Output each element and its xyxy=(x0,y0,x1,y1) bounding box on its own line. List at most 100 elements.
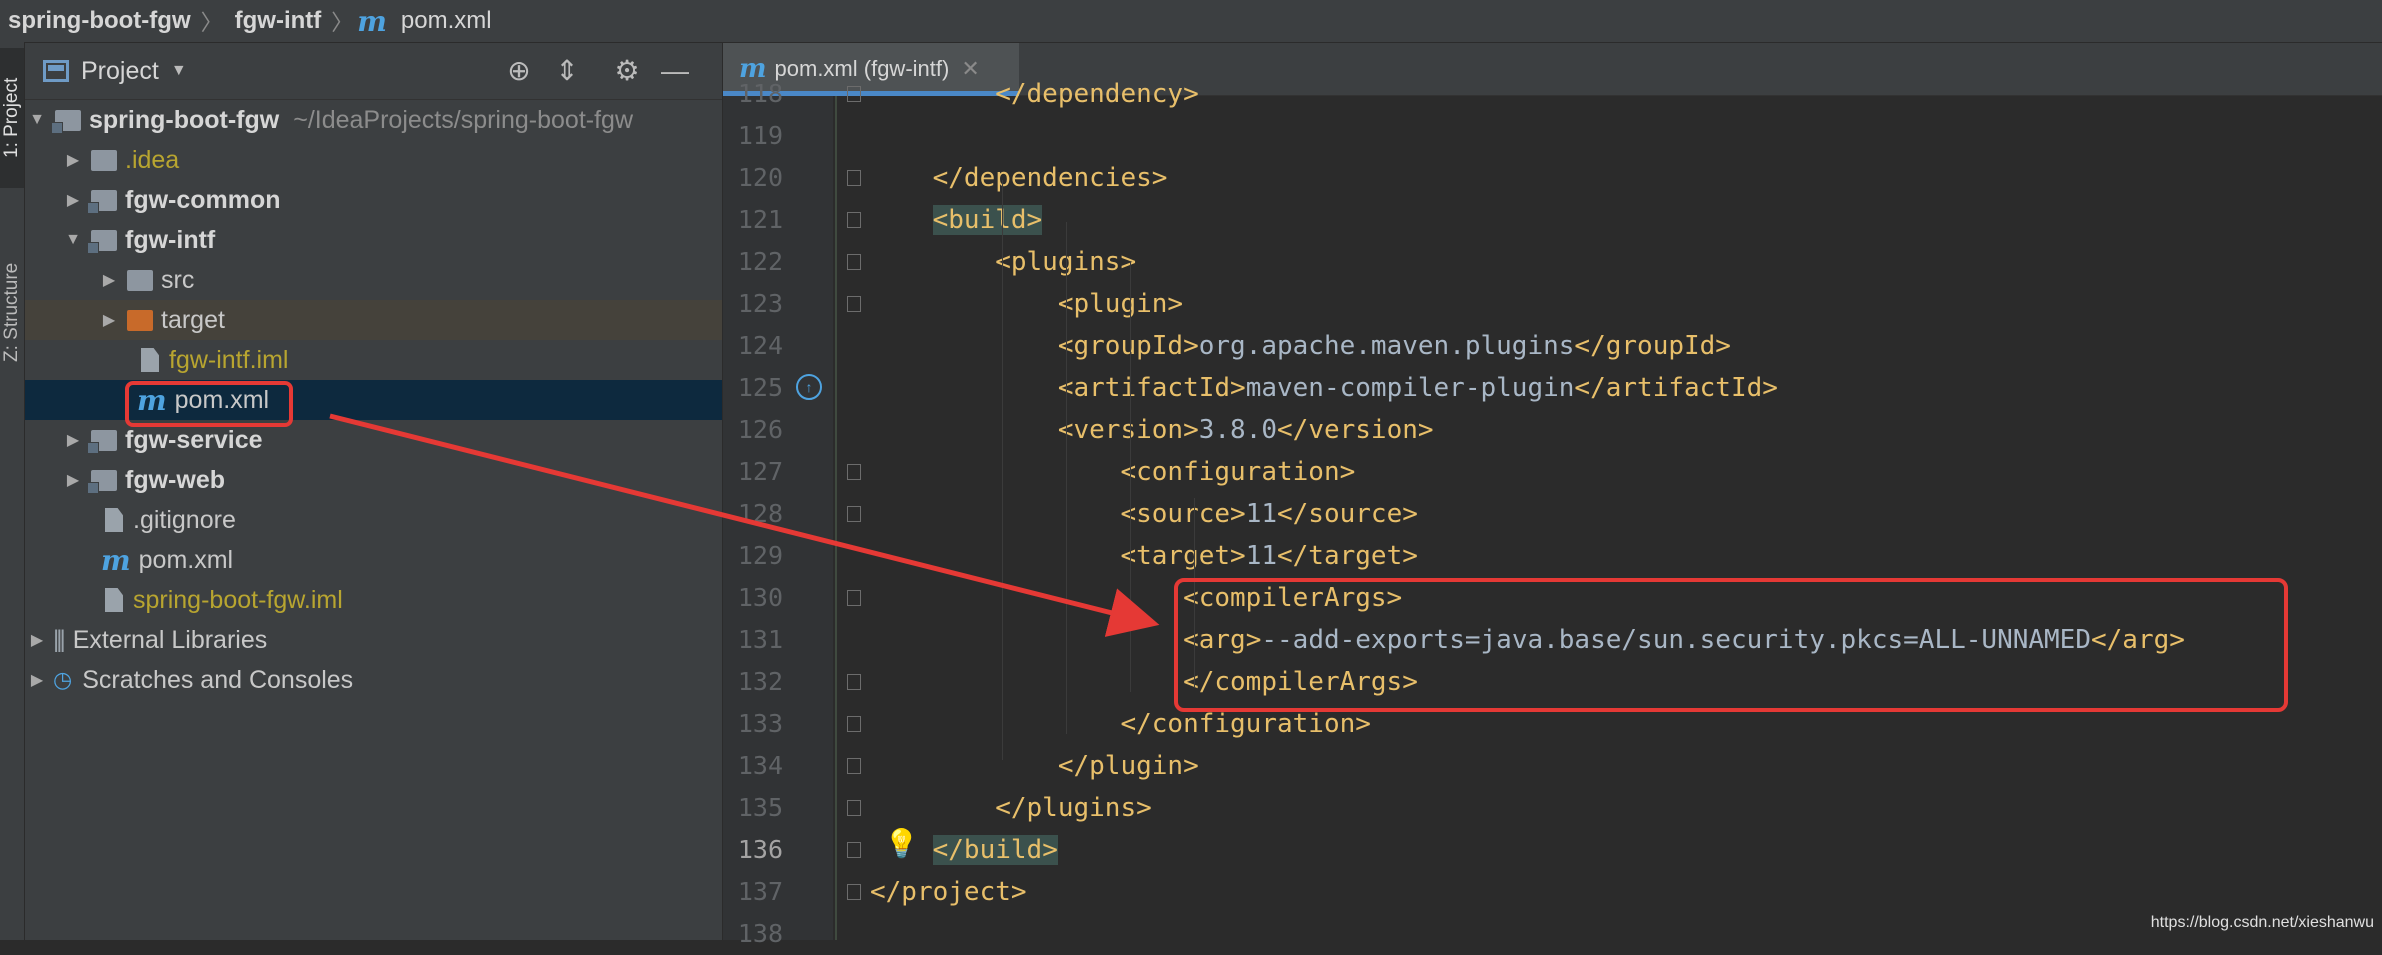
fold-marker-icon[interactable] xyxy=(847,212,861,228)
fold-marker-icon[interactable] xyxy=(847,800,861,816)
watermark: https://blog.csdn.net/xieshanwu xyxy=(2150,914,2374,931)
line-number: 136 xyxy=(737,835,783,864)
scratches-icon: ◷ xyxy=(53,667,73,692)
code-line[interactable]: </project> xyxy=(870,871,1027,913)
tree-item-fgw-intf[interactable]: ▼ fgw-intf xyxy=(25,220,722,260)
m-maven-icon: m xyxy=(357,4,387,38)
line-number: 137 xyxy=(737,877,783,906)
code-line[interactable]: <source>11</source> xyxy=(870,493,1417,535)
collapsed-arrow-icon[interactable]: ▶ xyxy=(63,470,83,490)
tree-item-external-libraries[interactable]: ▶ ||| External Libraries xyxy=(25,620,722,660)
code-line[interactable]: <version>3.8.0</version> xyxy=(870,409,1434,451)
tree-item-target[interactable]: ▶ target xyxy=(25,300,722,340)
code-line[interactable]: </plugins> xyxy=(870,787,1152,829)
tree-item-pom-root[interactable]: m pom.xml xyxy=(25,540,722,580)
collapsed-arrow-icon[interactable]: ▶ xyxy=(99,270,119,290)
chevron-down-icon[interactable]: ▼ xyxy=(171,62,187,80)
fold-marker-icon[interactable] xyxy=(847,296,861,312)
expanded-arrow-icon[interactable]: ▼ xyxy=(27,111,47,129)
minimize-icon[interactable]: — xyxy=(659,55,691,87)
fold-marker-icon[interactable] xyxy=(847,86,861,102)
tree-item-label: pom.xml xyxy=(138,545,234,574)
fold-marker-icon[interactable] xyxy=(847,842,861,858)
breadcrumb-item-module[interactable]: fgw-intf xyxy=(227,7,322,35)
xml-close-tag: </groupId> xyxy=(1574,331,1731,361)
line-number: 131 xyxy=(737,625,783,654)
fold-marker-icon[interactable] xyxy=(847,758,861,774)
xml-tag: </plugin> xyxy=(870,751,1199,781)
breadcrumb-item-project[interactable]: spring-boot-fgw xyxy=(0,7,191,35)
breadcrumb-item-file[interactable]: pom.xml xyxy=(393,7,492,35)
tree-item-gitignore[interactable]: .gitignore xyxy=(25,500,722,540)
tool-tab-structure[interactable]: Z: Structure xyxy=(0,232,24,392)
tree-item-src[interactable]: ▶ src xyxy=(25,260,722,300)
code-line[interactable]: <artifactId>maven-compiler-plugin</artif… xyxy=(870,367,1778,409)
lightbulb-icon[interactable]: 💡 xyxy=(884,827,919,860)
tree-item-fgw-intf-iml[interactable]: fgw-intf.iml xyxy=(25,340,722,380)
fold-marker-icon[interactable] xyxy=(847,590,861,606)
folder-icon xyxy=(127,269,153,291)
project-panel-title[interactable]: Project xyxy=(81,57,159,86)
tree-item-label: spring-boot-fgw.iml xyxy=(133,585,343,614)
line-number: 126 xyxy=(737,415,783,444)
fold-marker-icon[interactable] xyxy=(847,254,861,270)
xml-tag: </dependency> xyxy=(870,79,1199,109)
fold-marker-icon[interactable] xyxy=(847,884,861,900)
code-line[interactable]: <plugin> xyxy=(870,283,1183,325)
xml-value: org.apache.maven.plugins xyxy=(1198,331,1575,361)
locate-icon[interactable]: ⊕ xyxy=(503,55,535,87)
tree-item-label: .idea xyxy=(125,145,180,174)
collapsed-arrow-icon[interactable]: ▶ xyxy=(63,150,83,170)
fold-marker-icon[interactable] xyxy=(847,716,861,732)
code-line[interactable]: <plugins> xyxy=(870,241,1136,283)
fold-marker-icon[interactable] xyxy=(847,674,861,690)
line-number: 135 xyxy=(737,793,783,822)
collapsed-arrow-icon[interactable]: ▶ xyxy=(63,430,83,450)
module-folder-icon xyxy=(87,229,117,254)
tree-item-label: spring-boot-fgw xyxy=(89,105,280,134)
project-panel-header: Project ▼ ⊕ ⇕ ⚙ — xyxy=(25,43,722,100)
xml-open-tag: <target> xyxy=(1120,541,1246,571)
tree-item-scratches[interactable]: ▶ ◷ Scratches and Consoles xyxy=(25,660,722,700)
collapsed-arrow-icon[interactable]: ▶ xyxy=(99,310,119,330)
tree-item-label: Scratches and Consoles xyxy=(82,665,354,694)
xml-tag: <build> xyxy=(870,205,1043,235)
tree-item-label: .gitignore xyxy=(133,505,236,534)
tree-item-fgw-common[interactable]: ▶ fgw-common xyxy=(25,180,722,220)
code-line[interactable]: <groupId>org.apache.maven.plugins</group… xyxy=(870,325,1731,367)
collapsed-arrow-icon[interactable]: ▶ xyxy=(27,630,47,650)
xml-close-tag: </artifactId> xyxy=(1574,373,1778,403)
code-line[interactable]: </plugin> xyxy=(870,745,1199,787)
tree-item-fgw-web[interactable]: ▶ fgw-web xyxy=(25,460,722,500)
collapsed-arrow-icon[interactable]: ▶ xyxy=(27,670,47,690)
fold-marker-icon[interactable] xyxy=(847,506,861,522)
annotation-box-compiler-args xyxy=(1174,578,2288,712)
tool-tab-project[interactable]: 1: Project xyxy=(0,48,24,188)
xml-tag: </plugins> xyxy=(870,793,1152,823)
fold-marker-icon[interactable] xyxy=(847,170,861,186)
line-number: 120 xyxy=(737,163,783,192)
override-gutter-icon[interactable]: ↑ xyxy=(796,374,822,400)
fold-marker-icon[interactable] xyxy=(847,464,861,480)
line-number: 119 xyxy=(737,121,783,150)
expanded-arrow-icon[interactable]: ▼ xyxy=(63,231,83,249)
tree-item-root-iml[interactable]: spring-boot-fgw.iml xyxy=(25,580,722,620)
gear-icon[interactable]: ⚙ xyxy=(611,55,643,87)
xml-value: 3.8.0 xyxy=(1198,415,1278,445)
module-folder-icon xyxy=(87,429,117,454)
code-line[interactable]: <configuration> xyxy=(870,451,1355,493)
code-line[interactable]: <build> xyxy=(870,199,1043,241)
project-window-icon xyxy=(43,60,69,82)
excluded-folder-icon xyxy=(127,309,153,331)
line-number: 118 xyxy=(737,79,783,108)
code-line[interactable]: </dependency> xyxy=(870,73,1199,115)
code-line[interactable]: </dependencies> xyxy=(870,157,1168,199)
tree-item-idea[interactable]: ▶ .idea xyxy=(25,140,722,180)
collapse-all-icon[interactable]: ⇕ xyxy=(551,55,583,87)
tree-item-root[interactable]: ▼ spring-boot-fgw ~/IdeaProjects/spring-… xyxy=(25,100,722,140)
code-line[interactable]: <target>11</target> xyxy=(870,535,1417,577)
collapsed-arrow-icon[interactable]: ▶ xyxy=(63,190,83,210)
